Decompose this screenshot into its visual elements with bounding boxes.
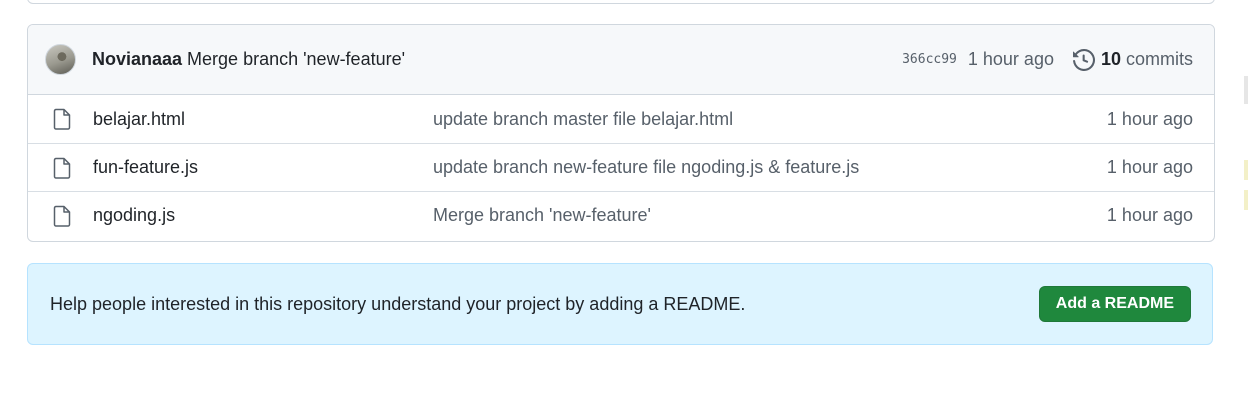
file-row: fun-feature.js update branch new-feature… <box>28 143 1214 191</box>
file-commit-time: 1 hour ago <box>1106 108 1193 129</box>
commit-sha[interactable]: 366cc99 <box>902 52 957 67</box>
file-row: ngoding.js Merge branch 'new-feature' 1 … <box>28 191 1214 239</box>
commit-author[interactable]: Novianaaa <box>92 49 182 70</box>
file-icon <box>53 205 71 227</box>
file-icon <box>53 108 71 130</box>
readme-prompt-text: Help people interested in this repositor… <box>50 293 746 314</box>
add-readme-button[interactable]: Add a README <box>1038 286 1191 322</box>
file-commit-time: 1 hour ago <box>1106 205 1193 225</box>
latest-commit-bar: Novianaaa Merge branch 'new-feature' 366… <box>28 25 1214 95</box>
file-commit-message[interactable]: update branch new-feature file ngoding.j… <box>433 157 1107 178</box>
file-commit-time: 1 hour ago <box>1106 157 1193 177</box>
history-icon <box>1072 48 1095 71</box>
previous-panel-edge <box>27 0 1215 4</box>
commit-time: 1 hour ago <box>967 49 1054 69</box>
file-name-link[interactable]: belajar.html <box>93 109 413 130</box>
readme-banner: Help people interested in this repositor… <box>27 263 1213 345</box>
file-icon <box>53 157 71 179</box>
file-commit-message[interactable]: update branch master file belajar.html <box>433 109 1107 130</box>
commit-count: 10 <box>1100 49 1121 69</box>
commits-history-link[interactable]: 10 commits <box>1072 48 1193 71</box>
file-name-link[interactable]: ngoding.js <box>93 205 413 226</box>
file-list-box: Novianaaa Merge branch 'new-feature' 366… <box>27 24 1215 242</box>
avatar[interactable] <box>45 44 76 75</box>
file-commit-message[interactable]: Merge branch 'new-feature' <box>433 205 1107 226</box>
file-name-link[interactable]: fun-feature.js <box>93 157 413 178</box>
commits-label: commits <box>1126 49 1193 69</box>
commit-message[interactable]: Merge branch 'new-feature' <box>187 49 405 70</box>
page-edge-decoration <box>1244 0 1248 403</box>
file-row: belajar.html update branch master file b… <box>28 95 1214 143</box>
